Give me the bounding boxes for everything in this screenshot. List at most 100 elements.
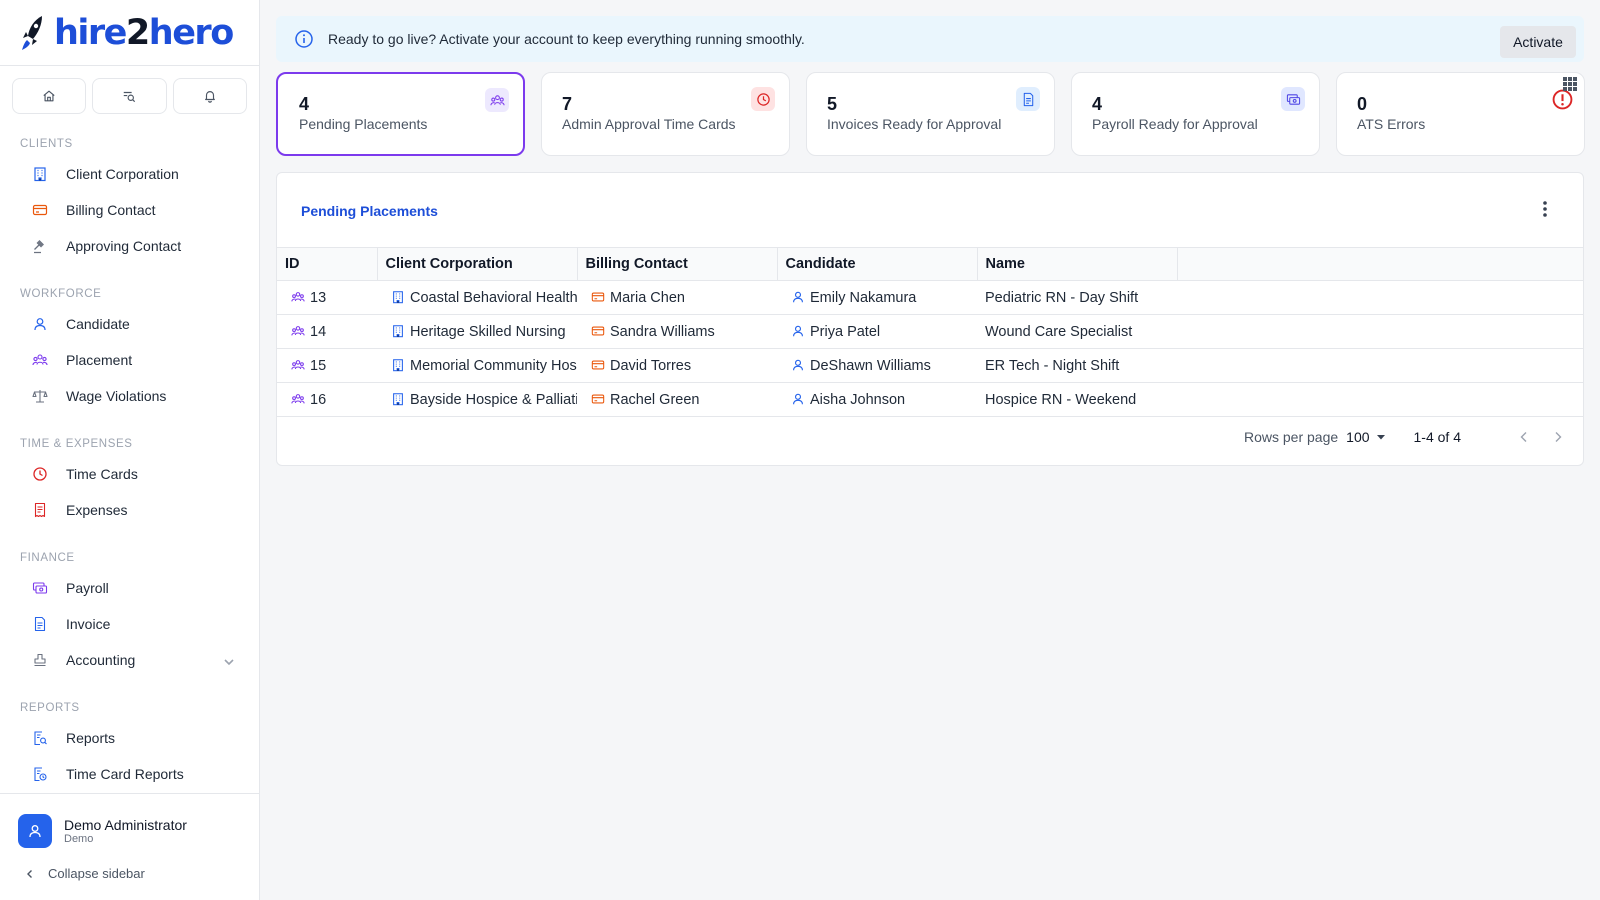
banner-text: Ready to go live? Activate your account … — [328, 31, 805, 47]
stat-value: 4 — [1092, 94, 1103, 114]
more-options-icon[interactable] — [1537, 199, 1553, 219]
sidebar-item-label: Time Card Reports — [66, 766, 184, 782]
avatar — [18, 814, 52, 848]
column-header-billing-contact[interactable]: Billing Contact — [577, 247, 778, 281]
building-icon — [393, 290, 403, 303]
rows-per-page-label: Rows per page — [1243, 429, 1339, 445]
search-list-button[interactable] — [92, 78, 167, 114]
sidebar-item-wage-violations[interactable]: Wage Violations — [0, 378, 259, 414]
column-header-empty — [1177, 247, 1583, 281]
caret-down-icon[interactable] — [1376, 432, 1386, 442]
cell-candidate[interactable]: DeShawn Williams — [777, 348, 977, 383]
prev-page-icon[interactable] — [1517, 430, 1531, 444]
brand-logo[interactable]: hire2hero — [0, 0, 259, 66]
panel-title: Pending Placements — [301, 203, 438, 219]
clock-icon — [33, 467, 47, 481]
stat-card-ats-errors[interactable]: 0 ATS Errors — [1336, 72, 1585, 156]
table-header-row: ID Client Corporation Billing Contact Ca… — [277, 247, 1583, 281]
sidebar-item-label: Billing Contact — [66, 202, 156, 218]
user-icon — [29, 825, 41, 838]
cell-client-corporation[interactable]: Heritage Skilled Nursing — [377, 314, 577, 349]
cell-id: 15 — [277, 348, 377, 383]
sidebar-item-accounting[interactable]: Accounting — [0, 642, 259, 678]
user-profile[interactable]: Demo Administrator Demo — [0, 794, 259, 848]
cell-id: 14 — [277, 314, 377, 349]
collapse-sidebar-label: Collapse sidebar — [48, 866, 145, 881]
stat-icon-badge — [1016, 87, 1040, 111]
sidebar-item-candidate[interactable]: Candidate — [0, 306, 259, 342]
sidebar-item-client-corporation[interactable]: Client Corporation — [0, 156, 259, 192]
column-header-client-corporation[interactable]: Client Corporation — [377, 247, 578, 281]
cell-billing-contact[interactable]: David Torres — [577, 348, 777, 383]
users-icon — [489, 94, 505, 105]
user-icon — [793, 393, 803, 404]
report-search-icon — [34, 731, 47, 746]
column-header-id[interactable]: ID — [277, 247, 378, 281]
cell-empty — [1177, 314, 1583, 349]
sidebar-item-label: Approving Contact — [66, 238, 182, 254]
notifications-button[interactable] — [172, 78, 247, 114]
table-row[interactable]: 14 Heritage Skilled Nursing Sandra William… — [277, 314, 1583, 349]
activate-button[interactable]: Activate — [1500, 26, 1576, 58]
cell-name: ER Tech - Night Shift — [977, 348, 1177, 383]
document-icon — [34, 616, 46, 632]
collapse-sidebar-button[interactable]: Collapse sidebar — [0, 848, 259, 881]
stat-card-payroll-ready[interactable]: 4 Payroll Ready for Approval — [1071, 72, 1320, 156]
sidebar-item-label: Placement — [66, 352, 133, 368]
cell-client-corporation[interactable]: Memorial Community Hospital — [377, 348, 577, 383]
table-row[interactable]: 13 Coastal Behavioral Health Maria Chen Emi… — [277, 280, 1583, 315]
stat-value: 4 — [299, 94, 310, 114]
cell-candidate[interactable]: Emily Nakamura — [777, 280, 977, 315]
table-row[interactable]: 16 Bayside Hospice & Palliative Rachel Gre… — [277, 382, 1583, 417]
sidebar-item-time-cards[interactable]: Time Cards — [0, 456, 259, 492]
building-icon — [393, 392, 403, 405]
sidebar-item-payroll[interactable]: Payroll — [0, 570, 259, 606]
stat-card-invoices-ready[interactable]: 5 Invoices Ready for Approval — [806, 72, 1055, 156]
stat-icon-badge — [751, 87, 775, 111]
sidebar-item-reports[interactable]: Reports — [0, 720, 259, 756]
sidebar-item-label: Invoice — [66, 616, 111, 632]
money-icon — [1286, 93, 1300, 105]
next-page-icon[interactable] — [1551, 430, 1565, 444]
users-icon — [291, 359, 305, 369]
cell-candidate[interactable]: Aisha Johnson — [777, 382, 977, 417]
stat-card-pending-placements[interactable]: 4 Pending Placements — [276, 72, 525, 156]
stat-card-admin-approval-time-cards[interactable]: 7 Admin Approval Time Cards — [541, 72, 790, 156]
cell-billing-contact[interactable]: Rachel Green — [577, 382, 777, 417]
chevron-down-icon[interactable] — [221, 654, 237, 670]
sidebar-item-time-card-reports[interactable]: Time Card Reports — [0, 756, 259, 792]
sidebar-item-invoice[interactable]: Invoice — [0, 606, 259, 642]
credit-card-icon — [591, 394, 605, 403]
user-org: Demo — [64, 833, 94, 845]
brand-name: hire2hero — [54, 12, 234, 53]
cell-name: Hospice RN - Weekend — [977, 382, 1177, 417]
cell-billing-contact[interactable]: Sandra Williams — [577, 314, 777, 349]
table-row[interactable]: 15Memorial Community HospitalDavid Torre… — [277, 348, 1583, 383]
cell-client-corporation[interactable]: Bayside Hospice & Palliative — [377, 382, 577, 417]
cell-client-corporation[interactable]: Coastal Behavioral Health — [377, 280, 577, 315]
section-title-time-expenses: TIME & EXPENSES — [20, 438, 133, 450]
users-icon — [32, 354, 48, 366]
column-header-name[interactable]: Name — [977, 247, 1178, 281]
user-icon — [34, 318, 46, 331]
sidebar-item-approving-contact[interactable]: Approving Contact — [0, 228, 259, 264]
stat-label: Invoices Ready for Approval — [827, 116, 1002, 132]
cell-candidate[interactable]: Priya Patel — [777, 314, 977, 349]
home-button[interactable] — [12, 78, 87, 114]
home-icon — [43, 90, 55, 102]
stat-label: Payroll Ready for Approval — [1092, 116, 1258, 132]
bell-icon — [204, 91, 215, 103]
rows-per-page-select[interactable]: 100 — [1346, 429, 1369, 445]
column-header-candidate[interactable]: Candidate — [777, 247, 978, 281]
sidebar-item-placement[interactable]: Placement — [0, 342, 259, 378]
apps-grid-icon[interactable] — [1562, 76, 1578, 92]
sidebar-item-billing-contact[interactable]: Billing Contact — [0, 192, 259, 228]
sidebar-footer: Demo Administrator Demo Collapse sidebar — [0, 793, 259, 900]
sidebar-item-label: Candidate — [66, 316, 130, 332]
cell-empty — [1177, 348, 1583, 383]
user-icon — [793, 325, 803, 336]
cell-billing-contact[interactable]: Maria Chen — [577, 280, 777, 315]
scale-icon — [32, 390, 48, 403]
cell-empty — [1177, 382, 1583, 417]
sidebar-item-expenses[interactable]: Expenses — [0, 492, 259, 528]
